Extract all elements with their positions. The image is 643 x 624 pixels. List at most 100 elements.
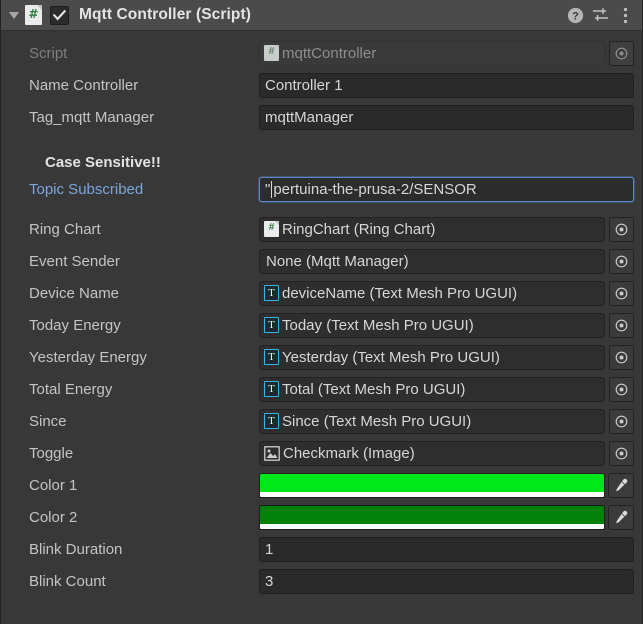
eyedropper-icon[interactable]: [608, 472, 634, 498]
textmeshpro-icon: T: [264, 413, 279, 429]
component-header[interactable]: # Mqtt Controller (Script) ?: [1, 0, 642, 31]
field-control-ring-chart[interactable]: # RingChart (Ring Chart): [259, 216, 634, 242]
field-row-toggle[interactable]: Toggle Checkmark (Image): [1, 437, 642, 469]
field-control-since[interactable]: T Since (Text Mesh Pro UGUI): [259, 408, 634, 434]
field-row-color-1[interactable]: Color 1: [1, 469, 642, 501]
svg-text:?: ?: [572, 10, 579, 22]
tag-mqtt-manager-input[interactable]: mqttManager: [259, 104, 634, 130]
field-label-blink-count: Blink Count: [29, 572, 106, 590]
object-field-ring-chart[interactable]: # RingChart (Ring Chart): [259, 216, 605, 242]
field-row-blink-duration[interactable]: Blink Duration 1: [1, 533, 642, 565]
field-control-topic-subscribed[interactable]: " pertuina-the-prusa-2/SENSOR: [259, 176, 634, 202]
blink-count-input[interactable]: 3: [259, 568, 634, 594]
object-field-since[interactable]: T Since (Text Mesh Pro UGUI): [259, 408, 605, 434]
field-row-today-energy[interactable]: Today Energy T Today (Text Mesh Pro UGUI…: [1, 309, 642, 341]
field-label-toggle: Toggle: [29, 444, 74, 462]
textmeshpro-icon: T: [264, 349, 279, 365]
field-control-event-sender[interactable]: None (Mqtt Manager): [259, 248, 634, 274]
field-row-total-energy[interactable]: Total Energy T Total (Text Mesh Pro UGUI…: [1, 373, 642, 405]
field-label-today-energy: Today Energy: [29, 316, 121, 334]
object-field-value: mqttController: [282, 44, 377, 62]
csharp-script-icon-glyph: #: [28, 7, 39, 21]
field-label-script: Script: [29, 44, 68, 62]
triangle-down-icon[interactable]: [5, 6, 23, 24]
field-control-name-controller[interactable]: Controller 1: [259, 72, 634, 98]
color-swatch-color-2[interactable]: [259, 504, 605, 530]
field-row-yesterday-energy[interactable]: Yesterday Energy T Yesterday (Text Mesh …: [1, 341, 642, 373]
inspector-panel: # Mqtt Controller (Script) ? Script # mq…: [0, 0, 643, 624]
kebab-menu-icon[interactable]: [614, 4, 636, 26]
textmeshpro-icon: T: [264, 317, 279, 333]
name-controller-input[interactable]: Controller 1: [259, 72, 634, 98]
field-label-tag-mqtt-manager: Tag_mqtt Manager: [29, 108, 155, 126]
field-row-tag-mqtt-manager[interactable]: Tag_mqtt Manager mqttManager: [1, 101, 642, 133]
field-control-device-name[interactable]: T deviceName (Text Mesh Pro UGUI): [259, 280, 634, 306]
blink-duration-input[interactable]: 1: [259, 536, 634, 562]
preset-sliders-icon[interactable]: [589, 4, 611, 26]
field-row-since[interactable]: Since T Since (Text Mesh Pro UGUI): [1, 405, 642, 437]
object-picker-button-device-name[interactable]: [609, 280, 634, 306]
field-label-color-1: Color 1: [29, 476, 78, 494]
object-field-yesterday-energy[interactable]: T Yesterday (Text Mesh Pro UGUI): [259, 344, 605, 370]
object-field-event-sender[interactable]: None (Mqtt Manager): [259, 248, 605, 274]
field-label-yesterday-energy: Yesterday Energy: [29, 348, 147, 366]
object-picker-button-ring-chart[interactable]: [609, 216, 634, 242]
color-swatch-fill: [260, 505, 604, 524]
color-alpha-bar: [260, 491, 604, 497]
checkmark-icon: [53, 9, 66, 20]
field-label-event-sender: Event Sender: [29, 252, 120, 270]
field-label-topic-subscribed: Topic Subscribed: [29, 180, 144, 198]
object-field-value: deviceName (Text Mesh Pro UGUI): [282, 284, 518, 302]
object-field-value: None (Mqtt Manager): [266, 252, 409, 270]
field-row-script: Script # mqttController: [1, 37, 642, 69]
field-control-color-1[interactable]: [259, 472, 634, 498]
object-picker-button-today-energy[interactable]: [609, 312, 634, 338]
field-control-today-energy[interactable]: T Today (Text Mesh Pro UGUI): [259, 312, 634, 338]
case-sensitive-heading: Case Sensitive!!: [45, 154, 161, 171]
csharp-script-icon: #: [25, 5, 42, 25]
topic-value-prefix: ": [265, 180, 271, 198]
topic-value: pertuina-the-prusa-2/SENSOR: [273, 180, 477, 198]
component-body: Script # mqttController Name Controller …: [1, 31, 642, 597]
field-control-blink-count[interactable]: 3: [259, 568, 634, 594]
field-row-topic-subscribed[interactable]: Topic Subscribed " pertuina-the-prusa-2/S…: [1, 173, 642, 205]
object-field-total-energy[interactable]: T Total (Text Mesh Pro UGUI): [259, 376, 605, 402]
object-picker-button-total-energy[interactable]: [609, 376, 634, 402]
object-picker-button-event-sender[interactable]: [609, 248, 634, 274]
component-title: Mqtt Controller (Script): [79, 6, 252, 23]
object-picker-button-yesterday-energy[interactable]: [609, 344, 634, 370]
object-picker-button-script: [609, 40, 634, 66]
field-control-total-energy[interactable]: T Total (Text Mesh Pro UGUI): [259, 376, 634, 402]
object-field-device-name[interactable]: T deviceName (Text Mesh Pro UGUI): [259, 280, 605, 306]
object-field-toggle[interactable]: Checkmark (Image): [259, 440, 605, 466]
object-field-today-energy[interactable]: T Today (Text Mesh Pro UGUI): [259, 312, 605, 338]
topic-subscribed-input[interactable]: " pertuina-the-prusa-2/SENSOR: [259, 176, 634, 202]
object-field-script: # mqttController: [259, 40, 605, 66]
textmeshpro-icon: T: [264, 381, 279, 397]
field-control-color-2[interactable]: [259, 504, 634, 530]
field-row-event-sender[interactable]: Event Sender None (Mqtt Manager): [1, 245, 642, 277]
object-field-value: Total (Text Mesh Pro UGUI): [282, 380, 466, 398]
eyedropper-icon[interactable]: [608, 504, 634, 530]
field-label-ring-chart: Ring Chart: [29, 220, 101, 238]
object-picker-button-toggle[interactable]: [609, 440, 634, 466]
color-alpha-bar: [260, 523, 604, 529]
component-enabled-checkbox[interactable]: [50, 5, 69, 25]
field-control-tag-mqtt-manager[interactable]: mqttManager: [259, 104, 634, 130]
field-control-yesterday-energy[interactable]: T Yesterday (Text Mesh Pro UGUI): [259, 344, 634, 370]
field-row-device-name[interactable]: Device Name T deviceName (Text Mesh Pro …: [1, 277, 642, 309]
field-control-toggle[interactable]: Checkmark (Image): [259, 440, 634, 466]
field-label-device-name: Device Name: [29, 284, 120, 302]
field-row-name-controller[interactable]: Name Controller Controller 1: [1, 69, 642, 101]
field-row-blink-count[interactable]: Blink Count 3: [1, 565, 642, 597]
object-picker-button-since[interactable]: [609, 408, 634, 434]
field-row-color-2[interactable]: Color 2: [1, 501, 642, 533]
text-caret: [271, 180, 273, 198]
help-icon[interactable]: ?: [564, 4, 586, 26]
color-swatch-color-1[interactable]: [259, 472, 605, 498]
field-row-ring-chart[interactable]: Ring Chart # RingChart (Ring Chart): [1, 213, 642, 245]
object-field-value: Yesterday (Text Mesh Pro UGUI): [282, 348, 500, 366]
field-control-blink-duration[interactable]: 1: [259, 536, 634, 562]
object-field-value: Checkmark (Image): [283, 444, 415, 462]
